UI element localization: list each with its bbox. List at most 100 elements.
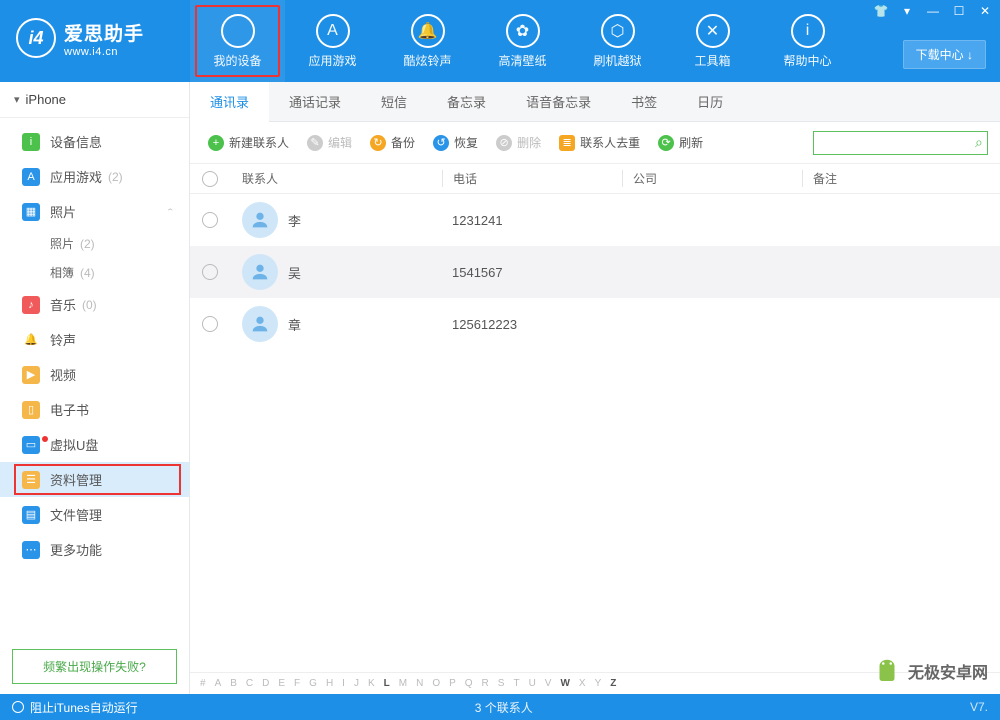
- row-checkbox[interactable]: [202, 316, 218, 332]
- alpha-Q[interactable]: Q: [465, 678, 473, 689]
- contact-phone: 125612223: [442, 317, 622, 332]
- 资料管理-icon: ☰: [22, 471, 40, 489]
- delete-button[interactable]: ⊘删除: [490, 130, 547, 155]
- main-panel: 通讯录通话记录短信备忘录语音备忘录书签日历 +新建联系人 ✎编辑 ↻备份 ↺恢复…: [190, 82, 1000, 694]
- nav-icon: ⬡: [601, 14, 635, 48]
- sidebar-sub-照片[interactable]: 照片(2): [0, 229, 189, 258]
- topnav-我的设备[interactable]: 我的设备: [190, 0, 285, 82]
- topnav-应用游戏[interactable]: A应用游戏: [285, 0, 380, 82]
- alpha-E[interactable]: E: [278, 678, 285, 689]
- sidebar-item-文件管理[interactable]: ▤文件管理: [0, 497, 189, 532]
- edit-button[interactable]: ✎编辑: [301, 130, 358, 155]
- topnav-工具箱[interactable]: ✕工具箱: [665, 0, 760, 82]
- download-center-button[interactable]: 下载中心 ↓: [903, 40, 986, 69]
- topnav-刷机越狱[interactable]: ⬡刷机越狱: [570, 0, 665, 82]
- backup-button[interactable]: ↻备份: [364, 130, 421, 155]
- contact-name: 李: [288, 211, 301, 230]
- tray-icon[interactable]: ▾: [898, 4, 916, 18]
- 更多功能-icon: ⋯: [22, 541, 40, 559]
- alpha-V[interactable]: V: [545, 678, 552, 689]
- topnav-酷炫铃声[interactable]: 🔔酷炫铃声: [380, 0, 475, 82]
- sidebar-item-铃声[interactable]: 🔔铃声: [0, 322, 189, 357]
- dedupe-button[interactable]: ≣联系人去重: [553, 130, 646, 155]
- alpha-W[interactable]: W: [560, 678, 569, 689]
- avatar-icon: [242, 306, 278, 342]
- alpha-index[interactable]: # ABCDEFGHIJKLMNOPQRSTUVWXYZ: [190, 672, 1000, 694]
- alpha-#[interactable]: #: [200, 678, 206, 689]
- topnav-帮助中心[interactable]: i帮助中心: [760, 0, 855, 82]
- row-checkbox[interactable]: [202, 264, 218, 280]
- alpha-J[interactable]: J: [354, 678, 359, 689]
- alpha-Z[interactable]: Z: [610, 678, 616, 689]
- tab-通话记录[interactable]: 通话记录: [269, 82, 361, 121]
- alpha-H[interactable]: H: [326, 678, 333, 689]
- new-contact-button[interactable]: +新建联系人: [202, 130, 295, 155]
- alpha-B[interactable]: B: [230, 678, 237, 689]
- contact-row[interactable]: 李1231241: [190, 194, 1000, 246]
- row-checkbox[interactable]: [202, 212, 218, 228]
- contact-row[interactable]: 吴1541567: [190, 246, 1000, 298]
- alpha-D[interactable]: D: [262, 678, 269, 689]
- sidebar-sub-相簿[interactable]: 相簿(4): [0, 258, 189, 287]
- tab-书签[interactable]: 书签: [611, 82, 677, 121]
- sidebar-item-更多功能[interactable]: ⋯更多功能: [0, 532, 189, 567]
- alpha-C[interactable]: C: [246, 678, 253, 689]
- close-icon[interactable]: ✕: [976, 4, 994, 18]
- contact-count: 3 个联系人: [38, 699, 970, 716]
- search-icon[interactable]: ⌕: [975, 134, 983, 151]
- col-note: 备注: [802, 170, 988, 187]
- sidebar-item-视频[interactable]: ▶视频: [0, 357, 189, 392]
- alpha-S[interactable]: S: [498, 678, 505, 689]
- avatar-icon: [242, 254, 278, 290]
- shirt-icon[interactable]: 👕: [872, 4, 890, 18]
- minimize-icon[interactable]: —: [924, 4, 942, 18]
- contact-list: 李1231241吴1541567 章 125612223: [190, 194, 1000, 672]
- tab-bar: 通讯录通话记录短信备忘录语音备忘录书签日历: [190, 82, 1000, 122]
- app-title: 爱思助手: [64, 19, 144, 46]
- select-all-checkbox[interactable]: [202, 171, 218, 187]
- alpha-G[interactable]: G: [309, 678, 317, 689]
- nav-icon: [221, 14, 255, 48]
- sidebar-item-音乐[interactable]: ♪音乐(0): [0, 287, 189, 322]
- search-input[interactable]: [820, 136, 975, 150]
- sidebar-item-设备信息[interactable]: i设备信息: [0, 124, 189, 159]
- contact-row[interactable]: 章 125612223: [190, 298, 1000, 350]
- sidebar-item-照片[interactable]: ▦照片: [0, 194, 189, 229]
- alpha-F[interactable]: F: [294, 678, 300, 689]
- tab-通讯录[interactable]: 通讯录: [190, 82, 269, 122]
- nav-icon: i: [791, 14, 825, 48]
- alpha-K[interactable]: K: [368, 678, 375, 689]
- alpha-P[interactable]: P: [449, 678, 456, 689]
- alpha-A[interactable]: A: [215, 678, 222, 689]
- contact-name: 章: [288, 315, 301, 334]
- sidebar-item-虚拟U盘[interactable]: ▭虚拟U盘: [0, 427, 189, 462]
- table-header: 联系人 电话 公司 备注: [190, 164, 1000, 194]
- tab-日历[interactable]: 日历: [677, 82, 743, 121]
- maximize-icon[interactable]: ☐: [950, 4, 968, 18]
- avatar-icon: [242, 202, 278, 238]
- tab-备忘录[interactable]: 备忘录: [427, 82, 506, 121]
- sidebar-item-资料管理[interactable]: ☰资料管理: [0, 462, 189, 497]
- alpha-R[interactable]: R: [482, 678, 489, 689]
- topnav-高清壁纸[interactable]: ✿高清壁纸: [475, 0, 570, 82]
- alpha-M[interactable]: M: [399, 678, 407, 689]
- tab-语音备忘录[interactable]: 语音备忘录: [506, 82, 611, 121]
- toolbar: +新建联系人 ✎编辑 ↻备份 ↺恢复 ⊘删除 ≣联系人去重 ⟳刷新 ⌕: [190, 122, 1000, 164]
- alpha-T[interactable]: T: [513, 678, 519, 689]
- sidebar-item-应用游戏[interactable]: A应用游戏(2): [0, 159, 189, 194]
- refresh-button[interactable]: ⟳刷新: [652, 130, 709, 155]
- alpha-I[interactable]: I: [342, 678, 345, 689]
- alpha-Y[interactable]: Y: [595, 678, 602, 689]
- nav-icon: A: [316, 14, 350, 48]
- help-link[interactable]: 频繁出现操作失败?: [12, 649, 177, 684]
- alpha-O[interactable]: O: [432, 678, 440, 689]
- alpha-L[interactable]: L: [384, 678, 390, 689]
- alpha-U[interactable]: U: [529, 678, 536, 689]
- alpha-N[interactable]: N: [416, 678, 423, 689]
- restore-button[interactable]: ↺恢复: [427, 130, 484, 155]
- sidebar-item-电子书[interactable]: ▯电子书: [0, 392, 189, 427]
- tab-短信[interactable]: 短信: [361, 82, 427, 121]
- alpha-X[interactable]: X: [579, 678, 586, 689]
- search-box[interactable]: ⌕: [813, 131, 988, 155]
- device-selector[interactable]: iPhone: [0, 82, 189, 118]
